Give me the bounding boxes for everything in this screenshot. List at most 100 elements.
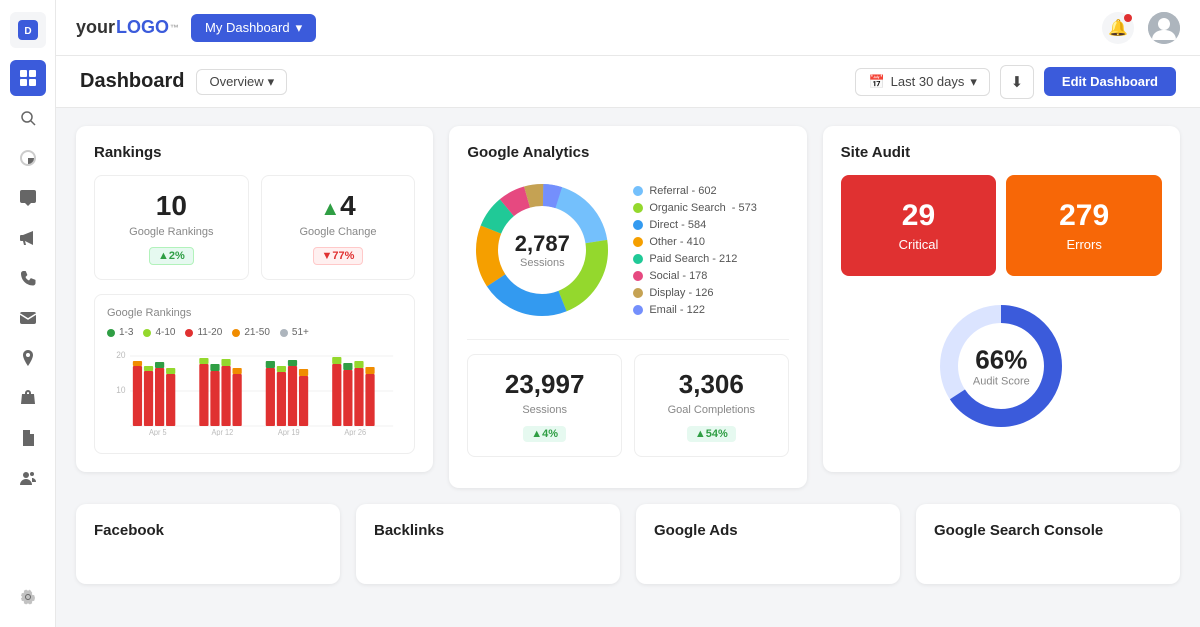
critical-value: 29 xyxy=(853,199,985,233)
google-rankings-label: Google Rankings xyxy=(109,226,234,238)
sidebar-item-chat[interactable] xyxy=(10,180,46,216)
facebook-card: Facebook xyxy=(76,504,340,584)
sidebar-item-phone[interactable] xyxy=(10,260,46,296)
chevron-down-icon: ▾ xyxy=(296,20,303,36)
google-search-console-card: Google Search Console xyxy=(916,504,1180,584)
date-range-button[interactable]: 📅 Last 30 days ▾ xyxy=(855,68,989,96)
bar-chart-svg: 20 10 xyxy=(107,346,402,436)
sidebar-item-document[interactable] xyxy=(10,420,46,456)
errors-box: 279 Errors xyxy=(1006,175,1162,276)
overview-dropdown[interactable]: Overview ▾ xyxy=(196,69,287,95)
google-rankings-value: 10 xyxy=(109,190,234,222)
svg-text:20: 20 xyxy=(116,350,125,360)
legend-dot xyxy=(633,254,643,264)
google-ads-card: Google Ads xyxy=(636,504,900,584)
dashboard-grid: Rankings 10 Google Rankings ▲2% ▲4 Googl… xyxy=(76,126,1180,488)
logo-your: your xyxy=(76,17,115,38)
page-header: Dashboard Overview ▾ 📅 Last 30 days ▾ ⬇ … xyxy=(56,56,1200,108)
sidebar-item-chart[interactable] xyxy=(10,140,46,176)
legend-11-20: 11-20 xyxy=(185,327,222,338)
chart-legend: 1-3 4-10 11-20 21-50 xyxy=(107,327,402,338)
dashboard-dropdown-label: My Dashboard xyxy=(205,20,290,35)
chevron-down-icon: ▾ xyxy=(970,74,977,90)
legend-referral: Referral - 602 xyxy=(633,185,788,197)
change-arrow: ▲ xyxy=(320,198,340,220)
legend-organic: Organic Search - 573 xyxy=(633,202,788,214)
donut-label: Sessions xyxy=(515,257,570,269)
notification-button[interactable]: 🔔 xyxy=(1102,12,1134,44)
analytics-title: Google Analytics xyxy=(467,144,788,161)
legend-dot xyxy=(633,305,643,315)
logo-logo: LOGO xyxy=(116,17,169,38)
donut-center: 2,787 Sessions xyxy=(515,231,570,269)
legend-21-50: 21-50 xyxy=(232,327,270,338)
svg-text:Apr 19: Apr 19 xyxy=(278,428,300,436)
audit-donut: 66% Audit Score xyxy=(931,296,1071,436)
sidebar-item-settings[interactable] xyxy=(10,579,46,615)
legend-social: Social - 178 xyxy=(633,270,788,282)
google-search-console-title: Google Search Console xyxy=(934,522,1162,539)
sidebar-item-location[interactable] xyxy=(10,340,46,376)
legend-paid: Paid Search - 212 xyxy=(633,253,788,265)
legend-dot xyxy=(107,329,115,337)
main-area: yourLOGO™ My Dashboard ▾ 🔔 Dashboard Ove… xyxy=(56,0,1200,627)
audit-metrics: 29 Critical 279 Errors xyxy=(841,175,1162,276)
analytics-bottom-stats: 23,997 Sessions ▲4% 3,306 Goal Completio… xyxy=(467,354,788,457)
legend-email: Email - 122 xyxy=(633,304,788,316)
calendar-icon: 📅 xyxy=(868,74,884,90)
legend-dot xyxy=(185,329,193,337)
legend-dot xyxy=(280,329,288,337)
top-nav-right: 🔔 xyxy=(1102,12,1180,44)
edit-dashboard-button[interactable]: Edit Dashboard xyxy=(1044,67,1176,96)
logo-tm: ™ xyxy=(170,23,179,33)
critical-label: Critical xyxy=(853,237,985,252)
legend-dot xyxy=(143,329,151,337)
analytics-card: Google Analytics xyxy=(449,126,806,488)
legend-4-10: 4-10 xyxy=(143,327,175,338)
rankings-title: Rankings xyxy=(94,144,415,161)
backlinks-card: Backlinks xyxy=(356,504,620,584)
legend-dot xyxy=(633,203,643,213)
legend-dot xyxy=(232,329,240,337)
audit-score-pct: 66% xyxy=(973,345,1030,376)
google-rankings-metric: 10 Google Rankings ▲2% xyxy=(94,175,249,280)
sidebar-item-grid[interactable] xyxy=(10,60,46,96)
google-change-value: ▲4 xyxy=(276,190,401,222)
google-rankings-badge: ▲2% xyxy=(149,247,194,265)
sidebar-item-mail[interactable] xyxy=(10,300,46,336)
legend-dot xyxy=(633,288,643,298)
sessions-stat: 23,997 Sessions ▲4% xyxy=(467,354,622,457)
sidebar-item-team[interactable] xyxy=(10,460,46,496)
google-ads-title: Google Ads xyxy=(654,522,882,539)
sidebar-item-megaphone[interactable] xyxy=(10,220,46,256)
google-change-label: Google Change xyxy=(276,226,401,238)
download-button[interactable]: ⬇ xyxy=(1000,65,1034,99)
download-icon: ⬇ xyxy=(1011,73,1024,91)
overview-label: Overview xyxy=(209,74,263,89)
page-title: Dashboard xyxy=(80,70,184,93)
svg-text:Apr 26: Apr 26 xyxy=(344,428,366,436)
sidebar-item-search[interactable] xyxy=(10,100,46,136)
legend-direct: Direct - 584 xyxy=(633,219,788,231)
backlinks-title: Backlinks xyxy=(374,522,602,539)
top-nav: yourLOGO™ My Dashboard ▾ 🔔 xyxy=(56,0,1200,56)
sidebar-item-bag[interactable] xyxy=(10,380,46,416)
site-audit-title: Site Audit xyxy=(841,144,1162,161)
legend-display: Display - 126 xyxy=(633,287,788,299)
user-avatar[interactable] xyxy=(1148,12,1180,44)
page-header-right: 📅 Last 30 days ▾ ⬇ Edit Dashboard xyxy=(855,65,1176,99)
goals-badge: ▲54% xyxy=(687,426,736,442)
svg-text:10: 10 xyxy=(116,385,125,395)
goals-value: 3,306 xyxy=(649,369,774,400)
sessions-label: Sessions xyxy=(482,404,607,416)
svg-text:D: D xyxy=(24,26,31,37)
goals-label: Goal Completions xyxy=(649,404,774,416)
audit-score-center: 66% Audit Score xyxy=(973,345,1030,388)
dashboard-dropdown[interactable]: My Dashboard ▾ xyxy=(191,14,316,42)
donut-container: 2,787 Sessions xyxy=(467,175,617,325)
date-range-label: Last 30 days xyxy=(891,74,965,89)
legend-1-3: 1-3 xyxy=(107,327,133,338)
rankings-metrics: 10 Google Rankings ▲2% ▲4 Google Change … xyxy=(94,175,415,280)
legend-other: Other - 410 xyxy=(633,236,788,248)
sidebar: D xyxy=(0,0,56,627)
